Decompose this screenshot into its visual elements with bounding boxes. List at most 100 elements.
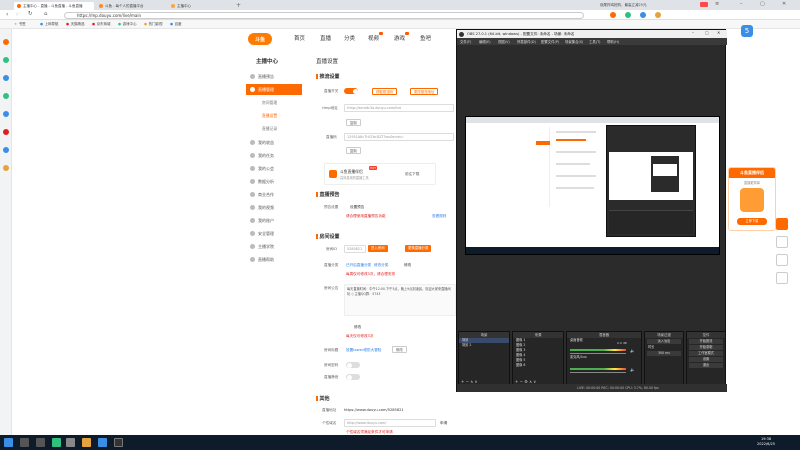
share-url[interactable]: https://www.douyu.com/5285821: [344, 408, 404, 412]
obs-menu-profile[interactable]: 配置文件(P): [541, 39, 559, 44]
sidebar-item-tasks[interactable]: 我的任务: [246, 150, 302, 161]
maximize-icon[interactable]: ▢: [705, 30, 709, 35]
start-recording-button[interactable]: 开始录制: [689, 345, 723, 350]
extension-icon[interactable]: [610, 12, 616, 18]
rail-icon[interactable]: [3, 93, 9, 99]
transition-select[interactable]: 淡入淡出: [647, 339, 681, 344]
obs-menu-edit[interactable]: 编辑(E): [479, 39, 491, 44]
start-streaming-button[interactable]: 开始推流: [689, 339, 723, 344]
mute-toggle[interactable]: [346, 374, 360, 380]
service-icon[interactable]: [776, 254, 788, 266]
sidebar-sub-room[interactable]: 房间管理: [262, 100, 277, 106]
settings-button[interactable]: 设置: [689, 357, 723, 362]
preview-setting-link[interactable]: 设置预告: [350, 205, 364, 210]
gift-icon[interactable]: [700, 2, 708, 7]
scene-item[interactable]: 场景 2: [459, 343, 509, 348]
sidebar-item-business[interactable]: 商业合作: [246, 189, 302, 200]
nav-video[interactable]: 视频: [368, 32, 384, 42]
sidebar-item-live-manage[interactable]: 直播管理: [246, 84, 302, 95]
domain-input[interactable]: http://www.douyu.com/: [344, 419, 436, 427]
home-icon[interactable]: ⌂: [44, 11, 48, 17]
taskbar-app-icon[interactable]: [66, 438, 75, 447]
minimize-icon[interactable]: –: [692, 30, 694, 35]
sidebar-item-academy[interactable]: 主播学院: [246, 241, 302, 252]
douyu-logo[interactable]: 斗鱼: [248, 33, 272, 45]
change-category-button[interactable]: 更换直播分类: [405, 245, 432, 252]
preview-rules-link[interactable]: 查看规则: [432, 214, 446, 219]
bookmark-item[interactable]: ● 热门影视: [144, 22, 163, 27]
edit-category-button[interactable]: 修改: [404, 263, 411, 268]
stream-key-input[interactable]: 12951A8cTHCFbrDZT?wsSecret=: [344, 133, 454, 141]
tab-douyu-home[interactable]: 斗鱼 - 每个人的直播平台: [96, 2, 166, 10]
sidebar-item-income[interactable]: 我的收益: [246, 137, 302, 148]
start-icon[interactable]: [4, 438, 13, 447]
app-badge-icon[interactable]: 5: [741, 25, 753, 37]
notice-edit-button[interactable]: 修改: [354, 325, 361, 330]
extension-icon[interactable]: [625, 12, 631, 18]
maximize-icon[interactable]: ▢: [760, 1, 765, 7]
obs-menu-help[interactable]: 帮助(H): [607, 39, 619, 44]
live-toggle[interactable]: [344, 88, 358, 94]
rtmp-input[interactable]: rtmp://sendtc3a.douyu.com/live: [344, 104, 454, 112]
copy-key-button[interactable]: 复制: [346, 147, 361, 154]
room-password-toggle[interactable]: [346, 362, 360, 368]
forward-icon[interactable]: ›: [16, 11, 18, 18]
exit-button[interactable]: 退出: [689, 363, 723, 368]
assistant-card[interactable]: 斗鱼直播伴侣 直播更简单 立即下载: [728, 167, 776, 231]
menu-icon[interactable]: ≡: [715, 1, 719, 7]
rail-icon[interactable]: [3, 57, 9, 63]
system-clock[interactable]: 19:38 2022/6/25: [757, 437, 775, 447]
rail-icon[interactable]: [3, 147, 9, 153]
obs-menu-docks[interactable]: 停靠部件(D): [517, 39, 536, 44]
nav-live[interactable]: 直播: [320, 34, 331, 42]
volume-slider[interactable]: [570, 372, 626, 373]
tool-download-button[interactable]: 前往下载: [405, 172, 419, 177]
nav-category[interactable]: 分类: [344, 34, 355, 42]
tab-anchor-center[interactable]: 主播中心: [168, 2, 228, 10]
sidebar-item-guild[interactable]: 我的公会: [246, 163, 302, 174]
domain-apply-button[interactable]: 申请: [440, 421, 447, 426]
minimize-icon[interactable]: –: [740, 1, 743, 7]
nav-home[interactable]: 首页: [294, 34, 305, 42]
sidebar-item-preview[interactable]: 直播预告: [246, 71, 302, 82]
sidebar-sub-records[interactable]: 直播记录: [262, 126, 277, 132]
bookmark-item[interactable]: ● 京东商城: [92, 22, 111, 27]
source-item[interactable]: 图像 6: [513, 363, 563, 368]
bookmark-item[interactable]: ● 上网导航: [40, 22, 59, 27]
new-tab-icon[interactable]: +: [236, 2, 241, 9]
close-icon[interactable]: ✕: [782, 1, 786, 7]
play-icon[interactable]: [776, 218, 788, 230]
nav-game[interactable]: 游戏: [394, 32, 410, 42]
notice-textarea[interactable]: 每天直播时间：中午12:00-下午3点，晚上9点到凌晨。欢迎大家来直播间玩 :)…: [344, 284, 456, 316]
obs-preview-canvas[interactable]: [465, 116, 720, 255]
extension-icon[interactable]: [640, 12, 646, 18]
rail-icon[interactable]: [3, 111, 9, 117]
up-icon[interactable]: [776, 236, 788, 248]
sidebar-item-analytics[interactable]: 数据分析: [246, 176, 302, 187]
room-title-value[interactable]: 放置tower塔防大冒险: [346, 348, 381, 353]
task-view-icon[interactable]: [36, 438, 45, 447]
taskbar-app-icon[interactable]: [82, 438, 91, 447]
back-icon[interactable]: ‹: [6, 11, 8, 18]
obs-menu-scene-collection[interactable]: 场景集合(S): [565, 39, 583, 44]
taskbar-app-icon[interactable]: [98, 438, 107, 447]
rail-icon[interactable]: [3, 39, 9, 45]
sidebar-item-security[interactable]: 安全管理: [246, 228, 302, 239]
room-title-edit-button[interactable]: 修改: [392, 346, 407, 353]
enter-room-button[interactable]: 进入房间: [368, 245, 388, 252]
change-stream-address-button[interactable]: 更改推流地址: [410, 88, 439, 95]
rail-icon[interactable]: [3, 129, 9, 135]
obs-menu-file[interactable]: 文件(F): [460, 39, 471, 44]
feedback-icon[interactable]: [776, 272, 788, 284]
close-icon[interactable]: ✕: [717, 30, 720, 35]
search-icon[interactable]: [20, 438, 29, 447]
bookmark-item[interactable]: ● 游戏中心: [118, 22, 137, 27]
category-value[interactable]: 已开启直播分类: [346, 263, 371, 268]
sidebar-item-help[interactable]: 直播帮助: [246, 254, 302, 265]
speaker-icon[interactable]: 🔈: [630, 348, 635, 353]
sidebar-item-account[interactable]: 我的账户: [246, 215, 302, 226]
bookmark-item[interactable]: ★ 书签: [14, 22, 26, 27]
edit-category-link[interactable]: 修改分类: [374, 263, 388, 268]
copy-rtmp-button[interactable]: 复制: [346, 119, 361, 126]
get-stream-code-button[interactable]: 获取推流码: [372, 88, 397, 95]
